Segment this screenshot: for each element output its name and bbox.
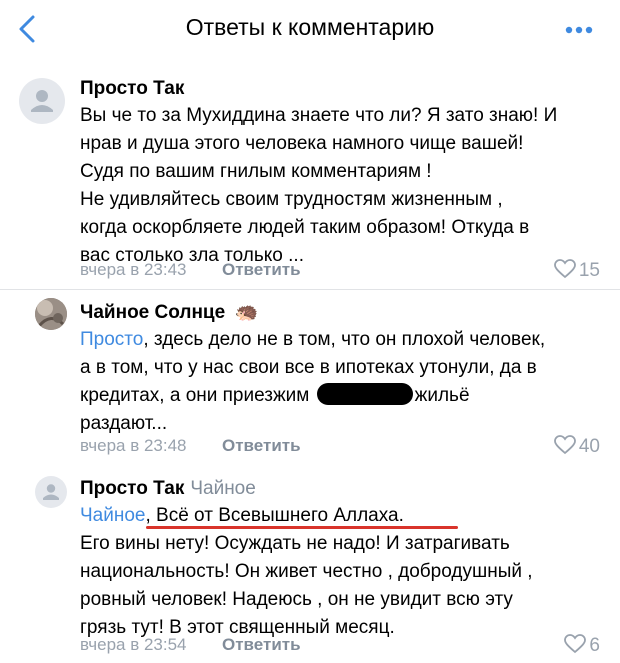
- top-bar: Ответы к комментарию: [0, 0, 620, 60]
- comment-text-part: , здесь дело не в том, что он плохой чел…: [80, 329, 546, 406]
- mention-link[interactable]: Чайное: [80, 505, 145, 526]
- reply-button[interactable]: Ответить: [222, 635, 301, 655]
- more-dots-icon[interactable]: [564, 25, 594, 35]
- like-button[interactable]: 15: [553, 259, 600, 282]
- like-count: 6: [589, 635, 600, 656]
- avatar[interactable]: [35, 298, 67, 330]
- like-button[interactable]: 6: [564, 634, 600, 657]
- comment-author[interactable]: Чайное Солнце 🦔: [80, 300, 258, 324]
- heart-icon: [564, 634, 587, 654]
- comment-text: Вы че то за Мухиддина знаете что ли? Я з…: [80, 105, 558, 266]
- author-name: Просто Так: [80, 478, 185, 499]
- user-placeholder-icon: [43, 484, 59, 500]
- page-title: Ответы к комментарию: [185, 14, 435, 40]
- reply-button[interactable]: Ответить: [222, 436, 301, 456]
- like-count: 15: [578, 260, 600, 281]
- redaction-bar: [316, 383, 413, 405]
- comment-text: Его вины нету! Осуждать не надо! И затра…: [80, 533, 533, 638]
- comment-timestamp: вчера в 23:54: [80, 635, 187, 654]
- profile-photo: [35, 298, 67, 330]
- user-placeholder-icon: [31, 90, 53, 112]
- divider: [0, 289, 620, 290]
- avatar[interactable]: [19, 78, 65, 124]
- like-count: 40: [578, 436, 600, 457]
- highlighted-text: , Всё от Всевышнего Аллаха.: [145, 505, 404, 526]
- avatar[interactable]: [35, 476, 67, 508]
- reply-to-name[interactable]: Чайное: [190, 478, 255, 499]
- comment-timestamp: вчера в 23:43: [80, 260, 187, 279]
- comment-timestamp: вчера в 23:48: [80, 436, 187, 455]
- red-underline: [146, 526, 458, 529]
- author-name: Чайное Солнце: [80, 302, 226, 323]
- comment-text: Просто, здесь дело не в том, что он плох…: [80, 326, 620, 438]
- like-button[interactable]: 40: [553, 435, 600, 458]
- comment-author[interactable]: Просто Так: [80, 78, 184, 100]
- reply-button[interactable]: Ответить: [222, 260, 301, 280]
- mention-link[interactable]: Просто: [80, 329, 143, 350]
- comment-author[interactable]: Просто Так Чайное: [80, 478, 256, 500]
- heart-icon: [553, 259, 576, 279]
- hedgehog-emoji: 🦔: [234, 302, 259, 323]
- heart-icon: [553, 435, 576, 455]
